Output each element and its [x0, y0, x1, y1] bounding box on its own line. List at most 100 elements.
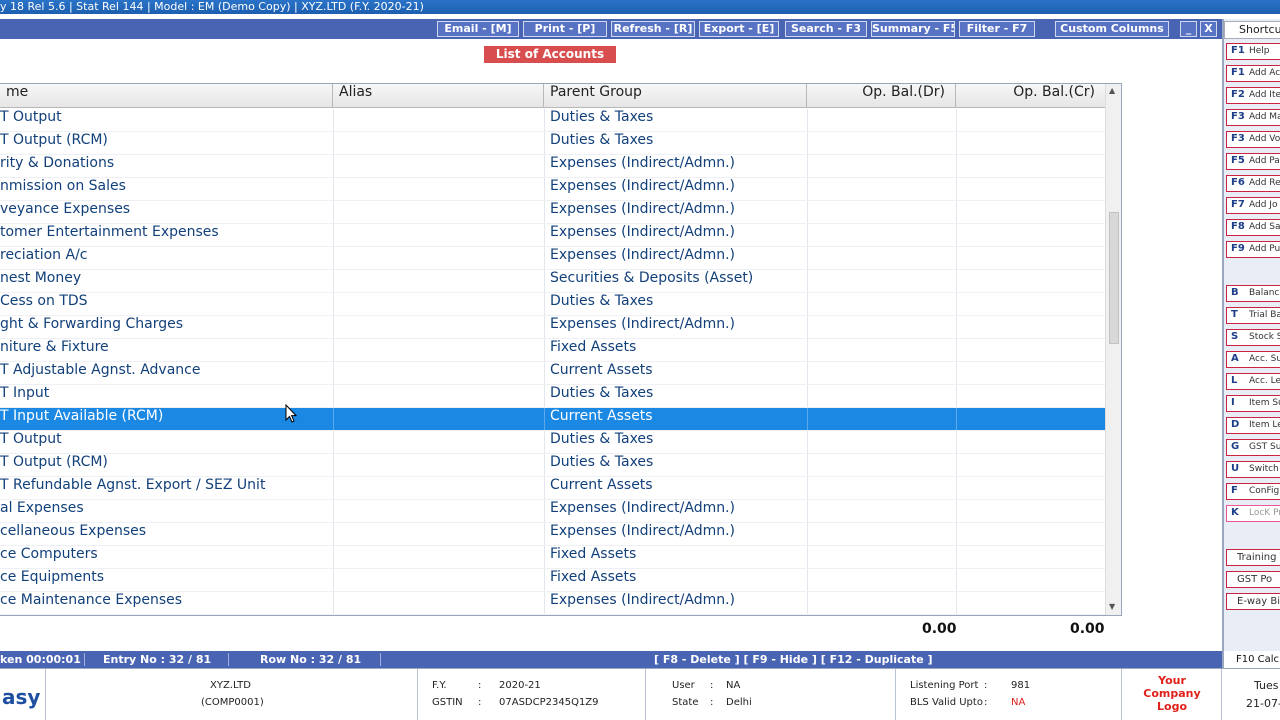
app-logo: asy [2, 685, 41, 709]
shortcut-item[interactable]: G GST Su [1226, 439, 1280, 456]
table-row[interactable]: nest Money Securities & Deposits (Asset) [0, 270, 1105, 293]
shortcut-key: F5 [1231, 155, 1245, 166]
time-taken: ken 00:00:01 [0, 653, 81, 666]
shortcut-key: L [1231, 375, 1238, 386]
calc-shortcut[interactable]: F10 Calc [1222, 651, 1280, 668]
scroll-up-icon[interactable]: ▲ [1109, 86, 1115, 95]
shortcut-label: Item Su [1249, 398, 1280, 408]
shortcut-key: D [1231, 419, 1240, 430]
shortcut-label: Acc. Le [1249, 376, 1280, 386]
shortcut-item[interactable]: S Stock S [1226, 329, 1280, 346]
table-row[interactable]: ce Maintenance Expenses Expenses (Indirec… [0, 592, 1105, 615]
bls-value: NA [1011, 697, 1026, 708]
table-row[interactable]: niture & Fixture Fixed Assets [0, 339, 1105, 362]
table-row[interactable]: rity & Donations Expenses (Indirect/Admn.… [0, 155, 1105, 178]
table-row[interactable]: T Output (RCM) Duties & Taxes [0, 454, 1105, 477]
scroll-thumb[interactable] [1109, 212, 1119, 344]
parent-group-cell: Expenses (Indirect/Admn.) [550, 201, 736, 217]
table-row[interactable]: cellaneous Expenses Expenses (Indirect/Ad… [0, 523, 1105, 546]
alias-cell [339, 109, 539, 131]
table-row[interactable]: T Output Duties & Taxes [0, 109, 1105, 132]
shortcut-item[interactable]: B Balance [1226, 285, 1280, 302]
shortcut-key: K [1231, 507, 1239, 518]
shortcut-key: B [1231, 287, 1239, 298]
export-button[interactable]: Export - [E] [699, 21, 779, 37]
table-row[interactable]: T Input Available (RCM) Current Assets [0, 408, 1105, 431]
shortcut-panel: Shortcut F1 Help F1 Add Ac F2 Add Ite F3 Add Ma… [1222, 19, 1280, 651]
table-row[interactable]: T Adjustable Agnst. Advance Current Asset… [0, 362, 1105, 385]
parent-group-cell: Fixed Assets [550, 569, 637, 585]
table-row[interactable]: al Expenses Expenses (Indirect/Admn.) [0, 500, 1105, 523]
shortcut-item[interactable]: F2 Add Ite [1226, 87, 1280, 104]
print-button[interactable]: Print - [P] [523, 21, 607, 37]
shortcut-item[interactable]: F6 Add Re [1226, 175, 1280, 192]
gstin-value: 07ASDCP2345Q1Z9 [499, 697, 599, 708]
bls-label: BLS Valid Upto [910, 697, 983, 708]
shortcut-item[interactable]: K LocK Pr [1226, 505, 1280, 522]
company-info: XYZ.LTD (COMP0001) [46, 669, 418, 720]
parent-group-cell: Expenses (Indirect/Admn.) [550, 523, 736, 539]
table-row[interactable]: ght & Forwarding Charges Expenses (Indire… [0, 316, 1105, 339]
table-row[interactable]: ce Computers Fixed Assets [0, 546, 1105, 569]
port-value: 981 [1011, 680, 1031, 691]
summary-button[interactable]: Summary - F5 [871, 21, 955, 37]
shortcut-item[interactable]: I Item Su [1226, 395, 1280, 412]
parent-group-cell: Duties & Taxes [550, 431, 654, 447]
shortcut-item[interactable]: F5 Add Pa [1226, 153, 1280, 170]
alias-cell [339, 408, 539, 430]
shortcut-item[interactable]: F1 Help [1226, 43, 1280, 60]
parent-group-cell: Expenses (Indirect/Admn.) [550, 592, 736, 608]
vertical-scrollbar[interactable]: ▲ ▼ [1105, 84, 1121, 615]
shortcut-item[interactable]: A Acc. Su [1226, 351, 1280, 368]
table-row[interactable]: T Input Duties & Taxes [0, 385, 1105, 408]
table-row[interactable]: T Output Duties & Taxes [0, 431, 1105, 454]
table-row[interactable]: T Refundable Agnst. Export / SEZ Unit Cur… [0, 477, 1105, 500]
alias-cell [339, 362, 539, 384]
custom-columns-button[interactable]: Custom Columns [1055, 21, 1169, 37]
shortcut-item[interactable]: D Item Le [1226, 417, 1280, 434]
scroll-down-icon[interactable]: ▼ [1109, 602, 1115, 611]
refresh-button[interactable]: Refresh - [R] [611, 21, 695, 37]
shortcut-key: T [1231, 309, 1238, 320]
email-button[interactable]: Email - [M] [437, 21, 519, 37]
table-row[interactable]: nmission on Sales Expenses (Indirect/Admn… [0, 178, 1105, 201]
table-row[interactable]: ce Equipments Fixed Assets [0, 569, 1105, 592]
table-row[interactable]: Cess on TDS Duties & Taxes [0, 293, 1105, 316]
column-header-name[interactable]: me [0, 84, 333, 108]
column-header-alias[interactable]: Alias [333, 84, 544, 108]
shortcut-item[interactable]: T Trial Ba [1226, 307, 1280, 324]
column-header-op-bal-dr[interactable]: Op. Bal.(Dr) [807, 84, 956, 108]
shortcut-item[interactable]: U Switch [1226, 461, 1280, 478]
close-button[interactable]: X [1200, 21, 1217, 37]
minimize-button[interactable]: _ [1180, 21, 1197, 37]
shortcut-key: S [1231, 331, 1239, 342]
search-button[interactable]: Search - F3 [785, 21, 867, 37]
table-row[interactable]: reciation A/c Expenses (Indirect/Admn.) [0, 247, 1105, 270]
shortcut-key: F9 [1231, 243, 1245, 254]
table-row[interactable]: tomer Entertainment Expenses Expenses (In… [0, 224, 1105, 247]
filter-button[interactable]: Filter - F7 [959, 21, 1035, 37]
shortcut-item[interactable]: F1 Add Ac [1226, 65, 1280, 82]
shortcut-key: I [1231, 397, 1235, 408]
shortcut-label: Add Ma [1249, 112, 1280, 122]
shortcut-item[interactable]: F8 Add Sa [1226, 219, 1280, 236]
shortcut-label: Balance [1249, 288, 1280, 298]
shortcut-label: Trial Ba [1249, 310, 1280, 320]
shortcut-item[interactable]: F7 Add Jo [1226, 197, 1280, 214]
table-row[interactable]: veyance Expenses Expenses (Indirect/Admn.… [0, 201, 1105, 224]
shortcut-item[interactable]: F9 Add Pu [1226, 241, 1280, 258]
shortcut-button[interactable]: GST Po [1226, 571, 1280, 588]
column-header-op-bal-cr[interactable]: Op. Bal.(Cr) [956, 84, 1105, 108]
account-name-cell: T Input Available (RCM) [0, 408, 164, 424]
shortcut-item[interactable]: F3 Add Vo [1226, 131, 1280, 148]
app-window: y 18 Rel 5.6 | Stat Rel 144 | Model : EM… [0, 0, 1280, 720]
shortcut-button[interactable]: Training V [1226, 549, 1280, 566]
shortcut-button[interactable]: E-way Bill [1226, 593, 1280, 610]
shortcut-item[interactable]: L Acc. Le [1226, 373, 1280, 390]
shortcut-item[interactable]: F ConFig [1226, 483, 1280, 500]
shortcut-key: F1 [1231, 67, 1245, 78]
column-header-parent-group[interactable]: Parent Group [544, 84, 807, 108]
alias-cell [339, 569, 539, 591]
table-row[interactable]: T Output (RCM) Duties & Taxes [0, 132, 1105, 155]
shortcut-item[interactable]: F3 Add Ma [1226, 109, 1280, 126]
